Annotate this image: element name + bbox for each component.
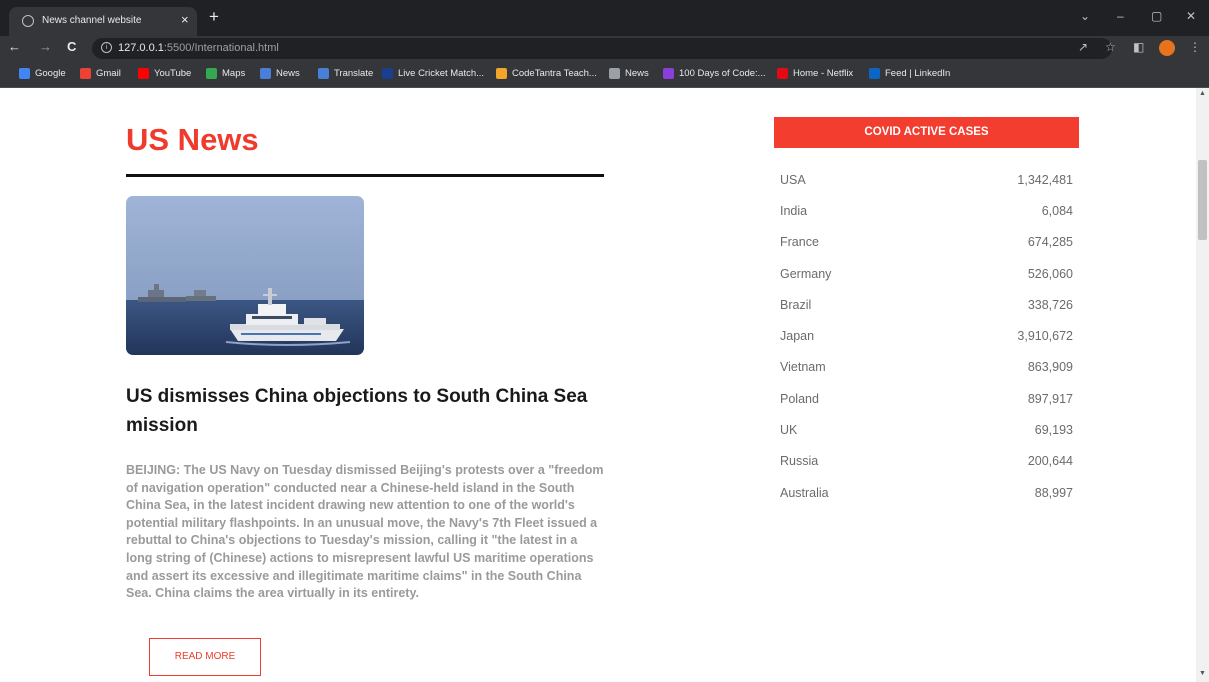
country-name: Australia <box>780 485 829 500</box>
country-name: India <box>780 203 808 218</box>
article-body: BEIJING: The US Navy on Tuesday dismisse… <box>126 463 604 601</box>
new-tab-button[interactable]: + <box>209 7 219 27</box>
covid-row-japan: Japan 3,910,672 <box>780 320 1073 351</box>
covid-row-russia: Russia 200,644 <box>780 446 1073 477</box>
browser-toolbar: ← → C i 127.0.0.1:5500/International.htm… <box>0 36 1209 61</box>
covid-row-germany: Germany 526,060 <box>780 258 1073 289</box>
bookmark-google[interactable]: Google <box>19 68 66 79</box>
bookmark-netflix[interactable]: Home - Netflix <box>777 68 853 79</box>
bookmark-news-2[interactable]: News <box>609 68 649 79</box>
maps-icon <box>206 68 217 79</box>
covid-row-usa: USA 1,342,481 <box>780 164 1073 195</box>
profile-avatar[interactable] <box>1159 40 1175 56</box>
scroll-up-icon[interactable]: ▲ <box>1199 90 1206 97</box>
bookmark-codetantra[interactable]: CodeTantra Teach... <box>496 68 597 79</box>
country-name: Vietnam <box>780 360 826 375</box>
case-count: 88,997 <box>1034 485 1073 500</box>
covid-cases-header: COVID ACTIVE CASES <box>774 117 1079 148</box>
country-name: Russia <box>780 454 819 469</box>
section-title: US News <box>126 122 259 157</box>
bookmark-star-icon[interactable]: ☆ <box>1105 40 1116 54</box>
bookmark-maps[interactable]: Maps <box>206 68 245 79</box>
case-count: 200,644 <box>1027 454 1073 469</box>
bookmarks-bar: Google Gmail YouTube Maps News Translate… <box>0 61 1209 88</box>
tab-strip: News channel website × + ⌄ – ▢ ✕ <box>0 0 1209 36</box>
covid-row-poland: Poland 897,917 <box>780 383 1073 414</box>
bookmark-youtube[interactable]: YouTube <box>138 68 191 79</box>
forward-icon[interactable]: → <box>39 39 52 54</box>
active-tab[interactable]: News channel website × <box>9 7 197 36</box>
country-name: Poland <box>780 391 819 406</box>
bookmark-100-days[interactable]: 100 Days of Code:... <box>663 68 766 79</box>
covid-row-brazil: Brazil 338,726 <box>780 289 1073 320</box>
case-count: 863,909 <box>1027 360 1073 375</box>
ships-at-sea-image <box>126 196 364 355</box>
case-count: 674,285 <box>1027 235 1073 250</box>
country-name: France <box>780 235 819 250</box>
youtube-icon <box>138 68 149 79</box>
google-icon <box>19 68 30 79</box>
case-count: 6,084 <box>1041 203 1073 218</box>
minimize-button[interactable]: – <box>1117 9 1124 23</box>
cricket-icon <box>382 68 393 79</box>
covid-row-india: India 6,084 <box>780 195 1073 226</box>
country-name: Brazil <box>780 297 812 312</box>
close-tab-icon[interactable]: × <box>181 12 189 27</box>
restore-button[interactable]: ▢ <box>1151 9 1162 23</box>
case-count: 526,060 <box>1027 266 1073 281</box>
scroll-down-icon[interactable]: ▼ <box>1199 670 1206 677</box>
tab-search-icon[interactable]: ⌄ <box>1080 9 1090 23</box>
country-name: USA <box>780 172 806 187</box>
tab-title: News channel website <box>42 15 142 26</box>
translate-icon <box>318 68 329 79</box>
title-divider <box>126 174 604 177</box>
globe-icon <box>609 68 620 79</box>
covid-row-australia: Australia 88,997 <box>780 477 1073 508</box>
vertical-scrollbar[interactable]: ▲ ▼ <box>1196 88 1209 682</box>
url-text[interactable]: 127.0.0.1:5500/International.html <box>118 42 279 54</box>
covid-cases-list: USA 1,342,481 India 6,084 France 674,285 Ge… <box>780 164 1073 508</box>
address-bar[interactable]: i 127.0.0.1:5500/International.html <box>92 38 1112 59</box>
bookmark-linkedin[interactable]: Feed | LinkedIn <box>869 68 950 79</box>
bookmark-gmail[interactable]: Gmail <box>80 68 121 79</box>
gmail-icon <box>80 68 91 79</box>
article-image <box>126 196 364 355</box>
covid-row-vietnam: Vietnam 863,909 <box>780 352 1073 383</box>
covid-row-france: France 674,285 <box>780 227 1073 258</box>
globe-icon <box>22 15 34 27</box>
netflix-icon <box>777 68 788 79</box>
case-count: 1,342,481 <box>1017 172 1073 187</box>
reload-icon[interactable]: C <box>67 39 76 54</box>
article-headline[interactable]: US dismisses China objections to South C… <box>126 382 596 440</box>
covid-row-uk: UK 69,193 <box>780 414 1073 445</box>
udemy-icon <box>663 68 674 79</box>
country-name: Japan <box>780 329 815 344</box>
case-count: 69,193 <box>1034 423 1073 438</box>
menu-icon[interactable]: ⋮ <box>1189 40 1201 54</box>
site-info-icon[interactable]: i <box>101 42 112 53</box>
share-icon[interactable]: ↗ <box>1078 40 1088 54</box>
bookmark-translate[interactable]: Translate <box>318 68 373 79</box>
close-window-button[interactable]: ✕ <box>1186 9 1196 23</box>
bookmark-news[interactable]: News <box>260 68 300 79</box>
linkedin-icon <box>869 68 880 79</box>
country-name: UK <box>780 423 798 438</box>
page-viewport: US News US dismisses China objections to… <box>0 88 1196 682</box>
read-more-button[interactable]: READ MORE <box>149 638 261 676</box>
scroll-thumb[interactable] <box>1198 160 1207 240</box>
case-count: 338,726 <box>1027 297 1073 312</box>
case-count: 3,910,672 <box>1017 329 1073 344</box>
codetantra-icon <box>496 68 507 79</box>
back-icon[interactable]: ← <box>8 39 21 54</box>
country-name: Germany <box>780 266 832 281</box>
google-news-icon <box>260 68 271 79</box>
bookmark-live-cricket[interactable]: Live Cricket Match... <box>382 68 484 79</box>
side-panel-icon[interactable]: ◧ <box>1133 40 1144 54</box>
case-count: 897,917 <box>1027 391 1073 406</box>
